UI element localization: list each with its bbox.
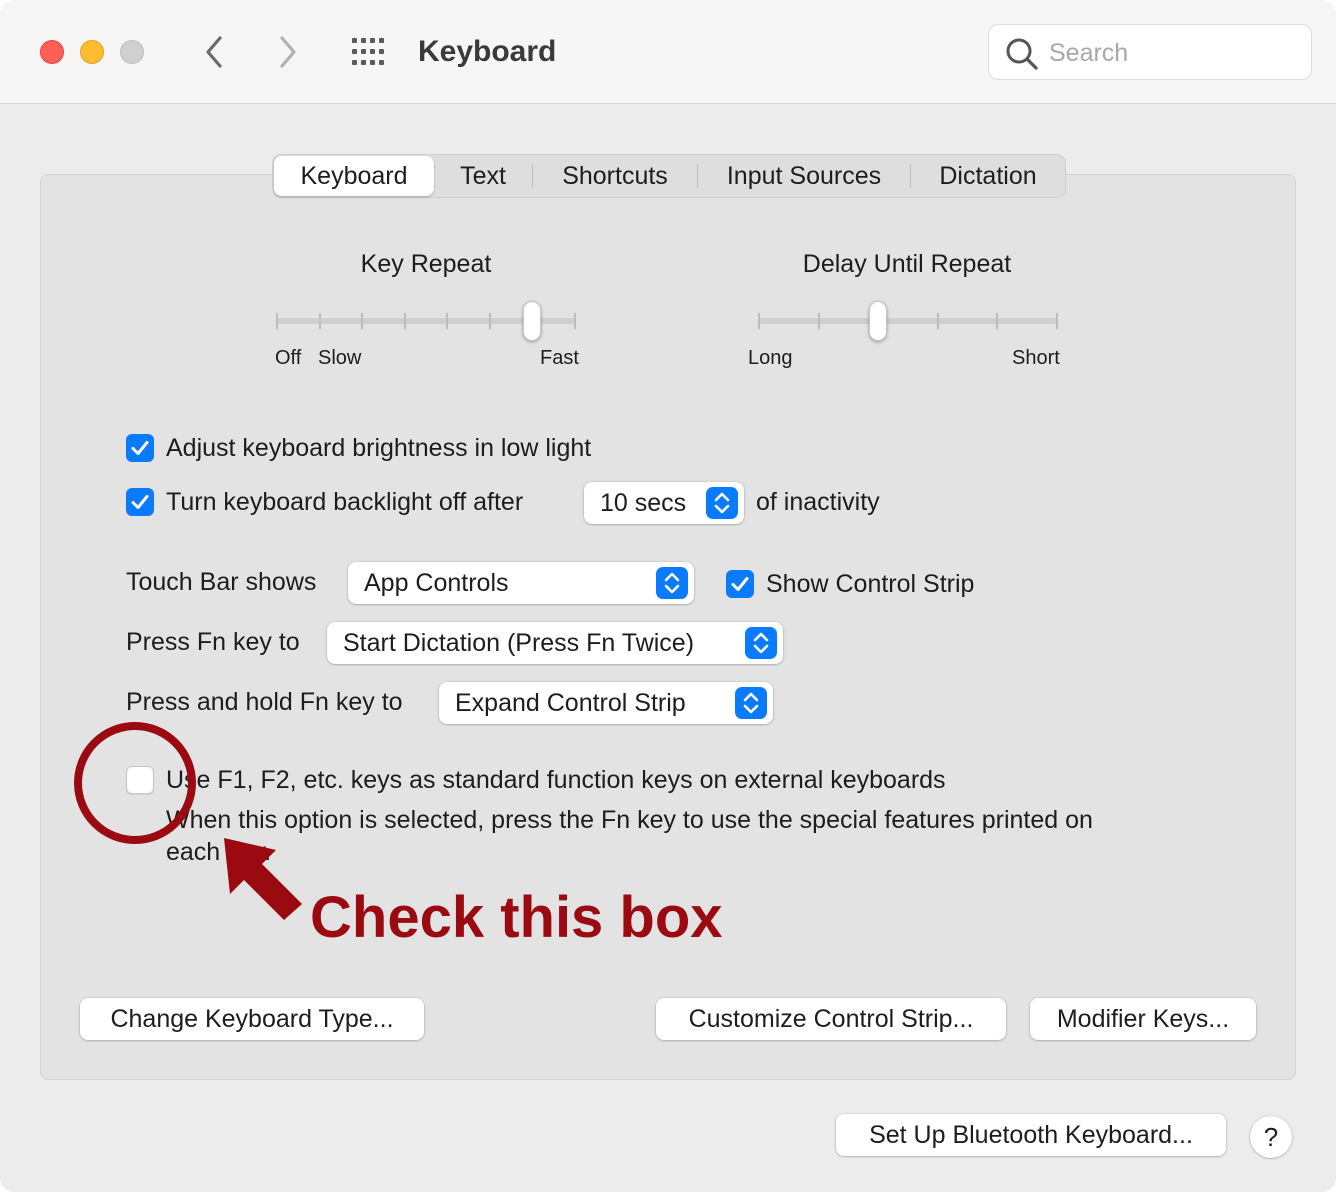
zoom-window-button[interactable] <box>120 40 144 64</box>
grid-icon <box>352 38 384 65</box>
up-down-arrows-icon <box>745 627 777 659</box>
show-all-button[interactable] <box>350 36 390 68</box>
help-button[interactable]: ? <box>1250 1116 1292 1158</box>
tab-input-sources[interactable]: Input Sources <box>698 156 910 196</box>
up-down-arrows-icon <box>735 687 767 719</box>
window-title: Keyboard <box>418 35 557 68</box>
key-repeat-title: Key Repeat <box>360 250 492 278</box>
preferences-window: Keyboard Keyboard Text Shortcuts Input S… <box>0 0 1336 1192</box>
hold-fn-value: Expand Control Strip <box>455 689 686 717</box>
delay-until-repeat-tick <box>936 313 939 329</box>
key-repeat-tick <box>361 313 364 329</box>
tab-bar: Keyboard Text Shortcuts Input Sources Di… <box>272 154 1066 198</box>
key-repeat-knob[interactable] <box>523 301 542 341</box>
key-repeat-tick <box>488 313 491 329</box>
show-control-strip-label: Show Control Strip <box>766 570 975 598</box>
backlight-off-label: Turn keyboard backlight off after <box>166 488 524 516</box>
chevron-right-icon <box>280 36 296 68</box>
tab-shortcuts[interactable]: Shortcuts <box>533 156 697 196</box>
backlight-off-checkbox[interactable] <box>126 488 154 516</box>
hold-fn-popup[interactable]: Expand Control Strip <box>439 682 773 724</box>
delay-long-label: Long <box>748 347 793 369</box>
up-down-arrows-icon <box>706 487 738 519</box>
close-window-button[interactable] <box>40 40 64 64</box>
key-repeat-off-label: Off <box>275 347 302 369</box>
minimize-window-button[interactable] <box>80 40 104 64</box>
key-repeat-tick <box>403 313 406 329</box>
delay-short-label: Short <box>1012 347 1060 369</box>
tab-dictation[interactable]: Dictation <box>911 156 1065 196</box>
delay-until-repeat-tick <box>1056 313 1058 329</box>
modifier-keys-button[interactable]: Modifier Keys... <box>1030 998 1256 1040</box>
inactivity-suffix: of inactivity <box>756 488 880 516</box>
tab-keyboard[interactable]: Keyboard <box>274 156 434 196</box>
touch-bar-label: Touch Bar shows <box>126 568 317 596</box>
show-control-strip-checkbox[interactable] <box>726 570 754 598</box>
hold-fn-label: Press and hold Fn key to <box>126 688 403 716</box>
backlight-timeout-value: 10 secs <box>600 489 687 517</box>
customize-control-strip-button[interactable]: Customize Control Strip... <box>656 998 1006 1040</box>
key-repeat-tick <box>446 313 449 329</box>
backlight-timeout-popup[interactable]: 10 secs <box>584 482 744 524</box>
checkmark-icon <box>131 495 149 509</box>
search-icon <box>1006 38 1038 70</box>
delay-until-repeat-tick <box>996 313 999 329</box>
annotation-circle <box>74 722 196 844</box>
delay-until-repeat-tick <box>758 313 760 329</box>
checkmark-icon <box>131 441 149 455</box>
checkmark-icon <box>731 577 749 591</box>
key-repeat-slow-label: Slow <box>318 347 362 369</box>
key-repeat-fast-label: Fast <box>540 347 579 369</box>
touch-bar-value: App Controls <box>364 569 509 597</box>
change-keyboard-type-button[interactable]: Change Keyboard Type... <box>80 998 424 1040</box>
back-button[interactable] <box>196 30 232 74</box>
annotation-arrow-icon <box>224 838 302 920</box>
touch-bar-popup[interactable]: App Controls <box>348 562 694 604</box>
search-field[interactable] <box>988 24 1312 80</box>
search-input[interactable] <box>1049 35 1299 71</box>
forward-button[interactable] <box>270 30 306 74</box>
delay-until-repeat-tick <box>817 313 820 329</box>
title-bar: Keyboard <box>0 0 1336 104</box>
key-repeat-tick <box>318 313 321 329</box>
function-keys-label: Use F1, F2, etc. keys as standard functi… <box>166 766 946 794</box>
annotation-text: Check this box <box>310 885 723 950</box>
key-repeat-tick <box>276 313 278 329</box>
tab-text[interactable]: Text <box>434 156 532 196</box>
delay-until-repeat-knob[interactable] <box>869 301 888 341</box>
adjust-brightness-label: Adjust keyboard brightness in low light <box>166 434 592 462</box>
press-fn-value: Start Dictation (Press Fn Twice) <box>343 629 695 657</box>
delay-until-repeat-title: Delay Until Repeat <box>802 250 1012 278</box>
adjust-brightness-checkbox[interactable] <box>126 434 154 462</box>
delay-until-repeat-track[interactable] <box>758 318 1058 324</box>
bluetooth-keyboard-button[interactable]: Set Up Bluetooth Keyboard... <box>836 1114 1226 1156</box>
press-fn-popup[interactable]: Start Dictation (Press Fn Twice) <box>327 622 783 664</box>
chevron-left-icon <box>206 36 222 68</box>
key-repeat-tick <box>574 313 576 329</box>
up-down-arrows-icon <box>656 567 688 599</box>
press-fn-label: Press Fn key to <box>126 628 300 656</box>
